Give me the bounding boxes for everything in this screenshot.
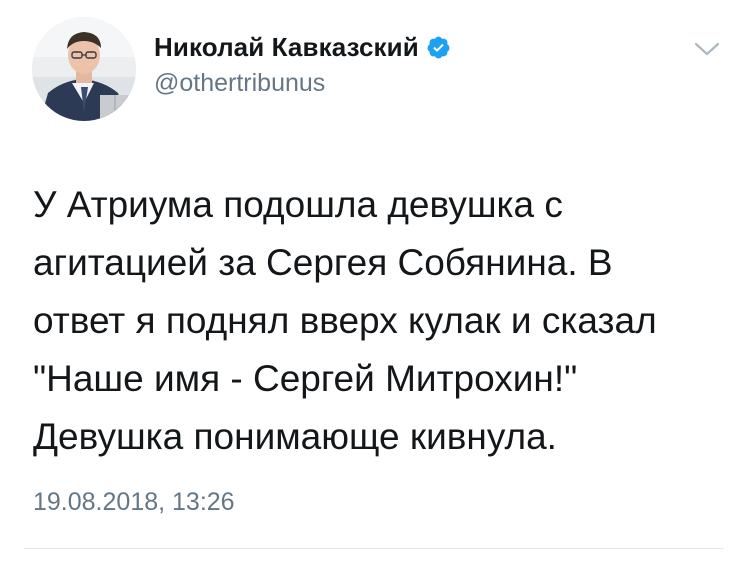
author-info: Николай Кавказский @othertribunus — [154, 29, 451, 98]
author-handle[interactable]: @othertribunus — [154, 69, 451, 98]
chevron-down-icon[interactable] — [694, 41, 720, 57]
divider — [24, 548, 724, 549]
display-name[interactable]: Николай Кавказский — [154, 32, 419, 63]
name-row: Николай Кавказский — [154, 29, 451, 65]
tweet-card: Николай Кавказский @othertribunus У Атри… — [0, 0, 750, 568]
avatar[interactable] — [32, 17, 136, 121]
tweet-timestamp[interactable]: 19.08.2018, 13:26 — [33, 488, 235, 517]
avatar-photo — [32, 17, 136, 121]
tweet-text: У Атриума подошла девушка с агитацией за… — [33, 184, 657, 457]
verified-badge-icon — [426, 35, 451, 60]
tweet-header: Николай Кавказский @othertribunus — [32, 17, 722, 121]
